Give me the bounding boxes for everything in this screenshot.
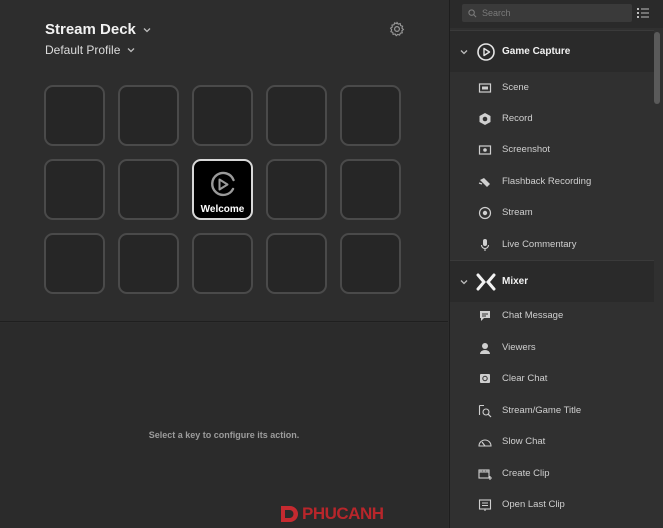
action-label: Record: [502, 113, 533, 124]
main-area: Stream Deck Default Profile Welcome Sele…: [0, 0, 448, 528]
key-slot[interactable]: [192, 85, 253, 146]
action-label: Create Clip: [502, 468, 550, 479]
action-label: Clear Chat: [502, 373, 548, 384]
key-slot[interactable]: [340, 85, 401, 146]
list-view-icon[interactable]: [636, 6, 650, 20]
action-live-commentary[interactable]: Live Commentary: [450, 229, 654, 260]
action-stream-game-title[interactable]: Stream/Game Title: [450, 395, 654, 426]
action-screenshot[interactable]: Screenshot: [450, 134, 654, 165]
section-mixer[interactable]: Mixer: [450, 260, 654, 302]
key-slot[interactable]: [340, 233, 401, 294]
action-viewers[interactable]: Viewers: [450, 332, 654, 363]
action-label: Slow Chat: [502, 436, 546, 447]
action-clear-chat[interactable]: Clear Chat: [450, 363, 654, 394]
scene-icon: [478, 83, 492, 93]
action-open-last-clip[interactable]: Open Last Clip: [450, 489, 654, 520]
slow-chat-icon: [478, 439, 492, 447]
device-selector[interactable]: Stream Deck: [45, 21, 152, 38]
section-game-capture[interactable]: Game Capture: [450, 30, 654, 72]
action-slow-chat[interactable]: Slow Chat: [450, 426, 654, 457]
game-capture-icon: [477, 43, 495, 61]
key-slot[interactable]: [44, 85, 105, 146]
create-clip-icon: [478, 469, 492, 480]
elgato-logo-icon: [210, 171, 235, 196]
key-slot[interactable]: [118, 159, 179, 220]
key-slot[interactable]: [44, 233, 105, 294]
action-record[interactable]: Record: [450, 103, 654, 134]
stream-icon: [478, 206, 492, 220]
action-label: Screenshot: [502, 144, 551, 155]
search-icon: [468, 8, 477, 17]
flashback-icon: [478, 178, 490, 187]
action-label: Viewers: [502, 342, 536, 353]
profile-selector[interactable]: Default Profile: [45, 43, 136, 57]
search-row: Search: [450, 0, 663, 28]
key-grid: Welcome: [44, 85, 401, 294]
action-label: Live Commentary: [502, 239, 577, 250]
gear-icon[interactable]: [389, 21, 405, 37]
action-label: Stream/Game Title: [502, 405, 582, 416]
property-inspector: Select a key to configure its action. PH…: [0, 323, 448, 528]
section-label: Game Capture: [502, 46, 571, 57]
key-slot[interactable]: [118, 233, 179, 294]
action-label: Flashback Recording: [502, 176, 592, 187]
action-flashback-recording[interactable]: Flashback Recording: [450, 166, 654, 197]
key-slot[interactable]: [266, 159, 327, 220]
welcome-key[interactable]: Welcome: [192, 159, 253, 220]
key-slot[interactable]: [44, 159, 105, 220]
search-placeholder: Search: [482, 8, 511, 18]
record-icon: [479, 113, 491, 125]
viewers-icon: [480, 343, 490, 354]
canvas-panel: Stream Deck Default Profile Welcome: [0, 0, 448, 322]
search-input[interactable]: Search: [462, 4, 632, 22]
key-slot[interactable]: [192, 233, 253, 294]
chevron-down-icon: [460, 50, 468, 55]
configure-hint: Select a key to configure its action.: [148, 430, 300, 440]
mixer-icon: [476, 273, 496, 291]
section-label: Mixer: [502, 276, 529, 287]
action-scene[interactable]: Scene: [450, 72, 654, 103]
screenshot-icon: [478, 145, 492, 155]
phucanh-logo-icon: [281, 506, 298, 522]
microphone-icon: [480, 239, 490, 251]
sidebar-scrollbar[interactable]: [654, 32, 660, 104]
action-label: Stream: [502, 207, 533, 218]
action-stream[interactable]: Stream: [450, 197, 654, 228]
actions-sidebar: Search Game Capture Scene Record Screens…: [449, 0, 663, 528]
chevron-down-icon: [460, 280, 468, 285]
title-search-icon: [478, 404, 492, 418]
chevron-down-icon: [143, 27, 151, 32]
chevron-down-icon: [127, 48, 135, 53]
chat-icon: [480, 311, 490, 321]
watermark-text: PHUCANH: [302, 504, 384, 523]
device-name: Stream Deck: [45, 21, 136, 38]
action-chat-message[interactable]: Chat Message: [450, 300, 654, 331]
profile-name: Default Profile: [45, 43, 121, 57]
key-slot[interactable]: [118, 85, 179, 146]
clear-chat-icon: [480, 374, 490, 383]
action-label: Chat Message: [502, 310, 564, 321]
action-label: Scene: [502, 82, 529, 93]
key-label: Welcome: [200, 204, 245, 215]
action-label: Open Last Clip: [502, 499, 565, 510]
key-slot[interactable]: [340, 159, 401, 220]
key-slot[interactable]: [266, 85, 327, 146]
key-slot[interactable]: [266, 233, 327, 294]
action-create-clip[interactable]: Create Clip: [450, 458, 654, 489]
watermark-logo: PHUCANH: [278, 503, 384, 525]
open-clip-icon: [478, 499, 492, 511]
